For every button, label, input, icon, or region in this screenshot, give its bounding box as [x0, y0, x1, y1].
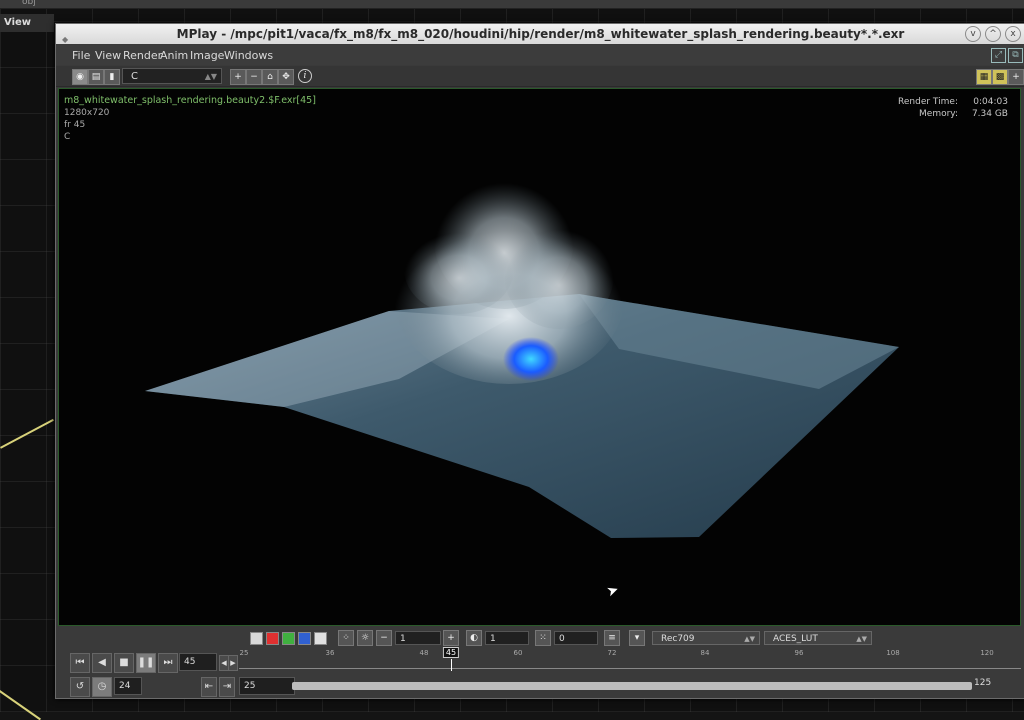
fps-field[interactable]: 24: [114, 677, 142, 695]
menu-bar: File View Render Anim Image Windows ⤢ ⧉: [56, 45, 1024, 65]
maximize-button[interactable]: ^: [985, 26, 1001, 42]
lut-select[interactable]: ACES_LUT ▲▼: [764, 631, 872, 645]
range-start-field[interactable]: 25: [239, 677, 295, 695]
channel-select[interactable]: C ▲▼: [122, 68, 222, 84]
viewer-toolbar: ◉ ▤ ▮ C ▲▼ + − ⌂ ✥ i ▦ ▩ +: [56, 66, 1024, 87]
memory-value: 7.34 GB: [971, 109, 1008, 119]
timeline-tick-label: 96: [794, 649, 804, 657]
menu-file[interactable]: File: [72, 49, 90, 62]
color-space-value: Rec709: [661, 634, 695, 644]
go-to-start-button[interactable]: ⏮: [70, 653, 90, 673]
tile-view-icon[interactable]: ▩: [992, 69, 1008, 85]
playhead-marker[interactable]: 45: [442, 647, 460, 658]
go-to-end-button[interactable]: ⏭: [158, 653, 178, 673]
monitor-icon[interactable]: ▮: [104, 69, 120, 85]
info-icon[interactable]: i: [298, 69, 312, 83]
mplay-window: ◆ MPlay - /mpc/pit1/vaca/fx_m8/fx_m8_020…: [55, 23, 1024, 699]
decrement-button[interactable]: −: [376, 630, 392, 646]
chevron-updown-icon: ▲▼: [744, 635, 755, 643]
play-reverse-button[interactable]: ◀: [92, 653, 112, 673]
houdini-top-bar: obj: [0, 0, 1024, 9]
menu-render[interactable]: Render: [123, 49, 162, 62]
layout-icon[interactable]: ▤: [88, 69, 104, 85]
stop-button[interactable]: ■: [114, 653, 134, 673]
swatch-all[interactable]: [250, 631, 263, 645]
detach-pane-icon[interactable]: ⧉: [1008, 48, 1023, 63]
image-resolution: 1280x720: [64, 108, 110, 118]
window-titlebar[interactable]: ◆ MPlay - /mpc/pit1/vaca/fx_m8/fx_m8_020…: [56, 24, 1024, 44]
render-stats-overlay: Render Time: 0:04:03 Memory: 7.34 GB: [878, 96, 1008, 120]
color-space-select[interactable]: Rec709 ▲▼: [652, 631, 760, 645]
houdini-view-tab[interactable]: View: [0, 14, 54, 32]
image-channel: C: [64, 132, 71, 142]
timeline-tick-label: 84: [700, 649, 710, 657]
menu-view[interactable]: View: [95, 49, 121, 62]
levels-icon[interactable]: ≡: [604, 630, 620, 646]
swatch-blue[interactable]: [298, 631, 311, 645]
lut-value: ACES_LUT: [773, 634, 818, 644]
colour-controls: ⁘ ☼ − 1 + ◐ 1 ⁙ 0 ≡ ▾ Rec709 ▲▼ ACES_LUT…: [250, 630, 872, 646]
whitewater-particles: [503, 337, 559, 381]
offset-field[interactable]: 0: [554, 631, 598, 645]
offset-icon[interactable]: ⁙: [535, 630, 551, 646]
timeline-tick-label: 25: [239, 649, 249, 657]
image-info-overlay: m8_whitewater_splash_rendering.beauty2.$…: [64, 95, 316, 143]
home-icon[interactable]: ⌂: [262, 69, 278, 85]
rendered-splash-image: [145, 169, 899, 538]
timeline-tick-label: 108: [886, 649, 900, 657]
memory-label: Memory:: [919, 109, 958, 119]
frame-range-slider[interactable]: [292, 682, 972, 690]
image-filename: m8_whitewater_splash_rendering.beauty2.$…: [64, 95, 316, 106]
swatch-red[interactable]: [266, 631, 279, 645]
obj-path-label: obj: [22, 0, 36, 7]
window-title: MPlay - /mpc/pit1/vaca/fx_m8/fx_m8_020/h…: [176, 27, 905, 41]
channel-select-value: C: [131, 71, 138, 82]
lut-menu-icon[interactable]: ▾: [629, 630, 645, 646]
swatch-green[interactable]: [282, 631, 295, 645]
menu-image[interactable]: Image: [190, 49, 224, 62]
pause-button[interactable]: ❚❚: [136, 653, 156, 673]
grid-view-icon[interactable]: ▦: [976, 69, 992, 85]
gamma-field[interactable]: 1: [395, 631, 441, 645]
timeline[interactable]: 25 36 48 60 72 84 96 108 120 45: [239, 647, 1021, 671]
timeline-track: [239, 668, 1021, 669]
current-frame-field[interactable]: 45: [179, 653, 217, 671]
playback-panel: ⁘ ☼ − 1 + ◐ 1 ⁙ 0 ≡ ▾ Rec709 ▲▼ ACES_LUT…: [56, 627, 1024, 698]
timeline-tick-label: 72: [607, 649, 617, 657]
timeline-tick-label: 120: [980, 649, 994, 657]
render-time-label: Render Time:: [898, 97, 958, 107]
zoom-out-icon[interactable]: −: [246, 69, 262, 85]
minimize-button[interactable]: v: [965, 26, 981, 42]
loop-mode-button[interactable]: ↺: [70, 677, 90, 697]
range-end-field[interactable]: 125: [974, 678, 991, 688]
timeline-tick-label: 36: [325, 649, 335, 657]
menu-windows[interactable]: Windows: [224, 49, 273, 62]
realtime-button[interactable]: ◷: [92, 677, 112, 697]
swatch-alpha[interactable]: [314, 631, 327, 645]
brightness-icon[interactable]: ☼: [357, 630, 373, 646]
float-pane-icon[interactable]: ⤢: [991, 48, 1006, 63]
image-frame: fr 45: [64, 120, 86, 130]
zoom-in-icon[interactable]: +: [230, 69, 246, 85]
timeline-tick-label: 60: [513, 649, 523, 657]
view-tab-label: View: [4, 17, 32, 28]
menu-anim[interactable]: Anim: [160, 49, 188, 62]
range-end-button[interactable]: ⇥: [219, 677, 235, 697]
add-pane-icon[interactable]: +: [1008, 69, 1024, 85]
range-start-button[interactable]: ⇤: [201, 677, 217, 697]
pan-icon[interactable]: ✥: [278, 69, 294, 85]
contrast-field[interactable]: 1: [485, 631, 529, 645]
playhead-line[interactable]: [451, 659, 452, 671]
dither-icon[interactable]: ⁘: [338, 630, 354, 646]
close-button[interactable]: x: [1005, 26, 1021, 42]
timeline-tick-label: 48: [419, 649, 429, 657]
image-viewport[interactable]: m8_whitewater_splash_rendering.beauty2.$…: [58, 88, 1021, 626]
display-mode-icon[interactable]: ◉: [72, 69, 88, 85]
chevron-updown-icon: ▲▼: [856, 635, 867, 643]
increment-button[interactable]: +: [443, 630, 459, 646]
contrast-icon[interactable]: ◐: [466, 630, 482, 646]
step-forward-button[interactable]: ▶: [228, 655, 238, 671]
render-time-value: 0:04:03: [973, 97, 1008, 107]
chevron-updown-icon: ▲▼: [204, 72, 217, 81]
